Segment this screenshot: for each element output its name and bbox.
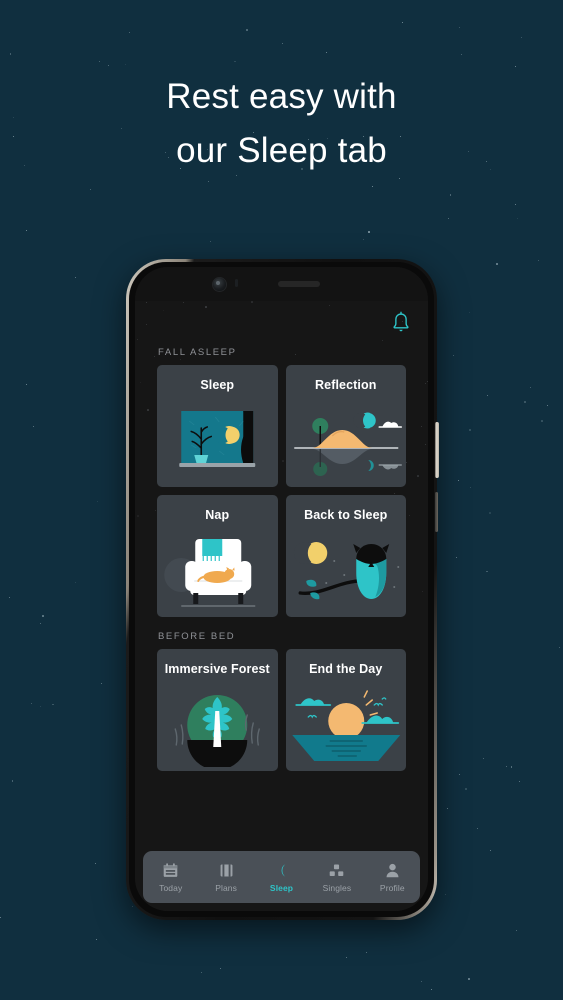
card-grid-row-2: Nap Back to Sleep [135,495,428,617]
nav-label-singles: Singles [322,882,352,893]
nav-item-profile[interactable]: Profile [365,862,420,893]
nav-label-plans: Plans [215,882,237,893]
sleep-app-screen: FALL ASLEEP Sleep Reflection Nap Back to… [135,301,428,911]
card-title-nap: Nap [205,508,230,522]
window-night-moon-plant-illustration [157,401,278,483]
earpiece-speaker-icon [278,281,320,287]
book-icon [218,862,235,879]
nav-label-today: Today [159,882,183,893]
person-icon [384,862,401,879]
card-back-to-sleep[interactable]: Back to Sleep [285,495,407,617]
phone-inner-frame: FALL ASLEEP Sleep Reflection Nap Back to… [129,262,439,917]
section-label-fall-asleep: FALL ASLEEP [158,347,237,358]
moon-icon [273,862,290,879]
card-end-the-day[interactable]: End the Day [285,649,407,771]
leaf-green-circle-illustration [157,685,278,767]
bell-icon[interactable] [390,311,412,335]
card-nap[interactable]: Nap [157,495,278,617]
nav-item-singles[interactable]: Singles [309,862,364,893]
armchair-cat-illustration [157,531,278,613]
grid-icon [328,862,345,879]
phone-screen: FALL ASLEEP Sleep Reflection Nap Back to… [135,267,428,911]
card-title-immersive-forest: Immersive Forest [164,662,270,676]
phone-device-mockup: FALL ASLEEP Sleep Reflection Nap Back to… [126,259,439,920]
nav-label-profile: Profile [379,882,405,893]
power-button[interactable] [435,422,439,478]
card-title-reflection: Reflection [315,378,377,392]
nav-label-sleep: Sleep [269,882,294,893]
nav-item-sleep[interactable]: Sleep [254,862,309,893]
card-grid-row-3: Immersive Forest End the Day [135,649,428,771]
card-grid-row-1: Sleep Reflection [135,365,428,487]
app-bar [135,301,428,345]
calendar-icon [162,862,179,879]
proximity-sensor-icon [235,279,238,287]
page-headline: Rest easy with our Sleep tab [0,70,563,179]
card-immersive-forest[interactable]: Immersive Forest [157,649,278,771]
card-title-sleep: Sleep [200,378,235,392]
card-sleep[interactable]: Sleep [157,365,278,487]
headline-line-1: Rest easy with [166,77,397,116]
bottom-navigation-bar: Today Plans Sleep Singles Profile [143,851,420,903]
front-camera-icon [213,278,226,291]
sunset-over-water-illustration [286,685,407,767]
owl-branch-moon-illustration [286,531,407,613]
card-reflection[interactable]: Reflection [285,365,407,487]
device-top-bezel [135,267,428,301]
nav-item-plans[interactable]: Plans [198,862,253,893]
island-hill-reflection-illustration [286,401,407,483]
card-title-back-to-sleep: Back to Sleep [304,508,388,522]
volume-button[interactable] [435,492,438,532]
headline-line-2: our Sleep tab [176,131,387,171]
card-title-end-the-day: End the Day [309,662,383,676]
section-label-before-bed: BEFORE BED [158,631,236,642]
nav-item-today[interactable]: Today [143,862,198,893]
